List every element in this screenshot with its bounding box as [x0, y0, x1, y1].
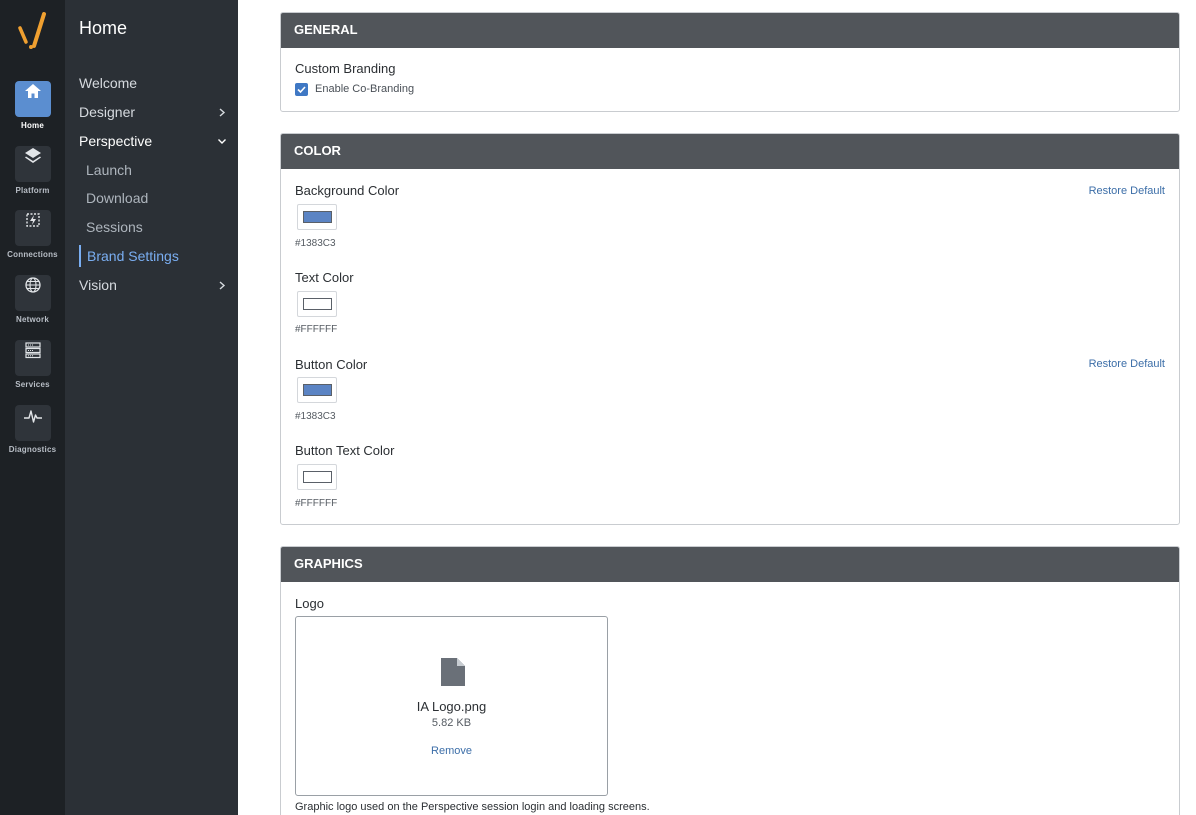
chevron-right-icon [215, 101, 229, 123]
color-swatch [303, 384, 332, 396]
rail-item-services[interactable]: Services [0, 332, 65, 389]
rail-label-services: Services [15, 380, 50, 389]
general-card: GENERAL Custom Branding Enable Co-Brandi… [280, 12, 1180, 112]
text-color-picker[interactable] [297, 291, 337, 317]
layers-icon [14, 146, 51, 182]
rail-item-home[interactable]: Home [0, 73, 65, 130]
chevron-right-icon [215, 274, 229, 296]
file-size: 5.82 KB [431, 717, 472, 729]
nav-item-vision[interactable]: Vision [79, 274, 229, 296]
button-color-hex: #1383C3 [295, 411, 336, 422]
rail-item-connections[interactable]: Connections [0, 202, 65, 259]
nav-item-label: Perspective [79, 133, 153, 149]
nav-item-perspective[interactable]: Perspective [79, 130, 229, 152]
rail-label-diagnostics: Diagnostics [8, 445, 57, 454]
nav-item-label: Brand Settings [87, 248, 179, 264]
home-icon [14, 81, 51, 117]
nav-item-sessions[interactable]: Sessions [79, 216, 229, 238]
restore-default-link[interactable]: Restore Default [1089, 358, 1165, 370]
nav-panel: Home Welcome Designer Perspective Launch… [65, 0, 238, 815]
background-color-label: Background Color [295, 183, 400, 198]
globe-icon [14, 275, 51, 311]
nav-item-designer[interactable]: Designer [79, 101, 229, 123]
button-text-color-label: Button Text Color [295, 443, 395, 458]
rail-label-connections: Connections [7, 250, 58, 259]
graphics-header: GRAPHICS [281, 547, 1179, 582]
nav-item-label: Welcome [79, 75, 138, 91]
rail-item-diagnostics[interactable]: Diagnostics [0, 397, 65, 454]
text-color-label: Text Color [295, 270, 354, 285]
nav-item-welcome[interactable]: Welcome [79, 72, 229, 94]
general-header: GENERAL [281, 13, 1179, 48]
rail-label-network: Network [16, 315, 49, 324]
remove-file-link[interactable]: Remove [296, 745, 607, 757]
logo-upload-box[interactable]: IA Logo.png 5.82 KB Remove [295, 616, 608, 796]
button-text-color-hex: #FFFFFF [295, 498, 338, 509]
main-content: GENERAL Custom Branding Enable Co-Brandi… [238, 0, 1196, 815]
color-swatch [303, 298, 332, 310]
button-text-color-picker[interactable] [297, 464, 337, 490]
graphics-card: GRAPHICS Logo IA Logo.png 5.82 KB Remove… [280, 546, 1180, 815]
background-color-picker[interactable] [297, 204, 337, 230]
color-swatch [303, 471, 332, 483]
text-color-hex: #FFFFFF [295, 324, 338, 335]
nav-item-label: Sessions [86, 219, 143, 235]
nav-item-label: Download [86, 190, 149, 206]
logo-label: Logo [295, 596, 324, 611]
nav-title: Home [79, 18, 128, 38]
rail-label-platform: Platform [15, 186, 50, 195]
nav-item-label: Launch [86, 162, 132, 178]
icon-rail: Home Platform Connections Network Servic… [0, 0, 65, 815]
color-card: COLOR Background Color Restore Default #… [280, 133, 1180, 525]
file-icon [441, 658, 465, 691]
logo-help-text: Graphic logo used on the Perspective ses… [295, 801, 650, 813]
button-color-picker[interactable] [297, 377, 337, 403]
color-swatch [303, 211, 332, 223]
file-name: IA Logo.png [416, 699, 487, 714]
button-color-label: Button Color [295, 357, 368, 372]
enable-cobranding-checkbox[interactable] [295, 83, 308, 96]
color-header: COLOR [281, 134, 1179, 169]
nav-item-label: Vision [79, 277, 117, 293]
restore-default-link[interactable]: Restore Default [1089, 185, 1165, 197]
custom-branding-label: Custom Branding [295, 61, 396, 76]
nav-item-brand-settings[interactable]: Brand Settings [79, 245, 229, 267]
rail-label-home: Home [20, 121, 45, 130]
checkmark-icon [297, 86, 306, 94]
nav-item-label: Designer [79, 104, 136, 120]
connections-icon [14, 210, 51, 246]
enable-cobranding-label[interactable]: Enable Co-Branding [315, 83, 414, 95]
chevron-down-icon [215, 130, 229, 152]
rail-item-platform[interactable]: Platform [0, 138, 65, 195]
rail-item-network[interactable]: Network [0, 267, 65, 324]
nav-item-launch[interactable]: Launch [79, 159, 229, 181]
server-icon [14, 340, 51, 376]
pulse-icon [14, 405, 51, 441]
nav-item-download[interactable]: Download [79, 187, 229, 209]
app-logo[interactable] [16, 12, 50, 50]
background-color-hex: #1383C3 [295, 238, 336, 249]
